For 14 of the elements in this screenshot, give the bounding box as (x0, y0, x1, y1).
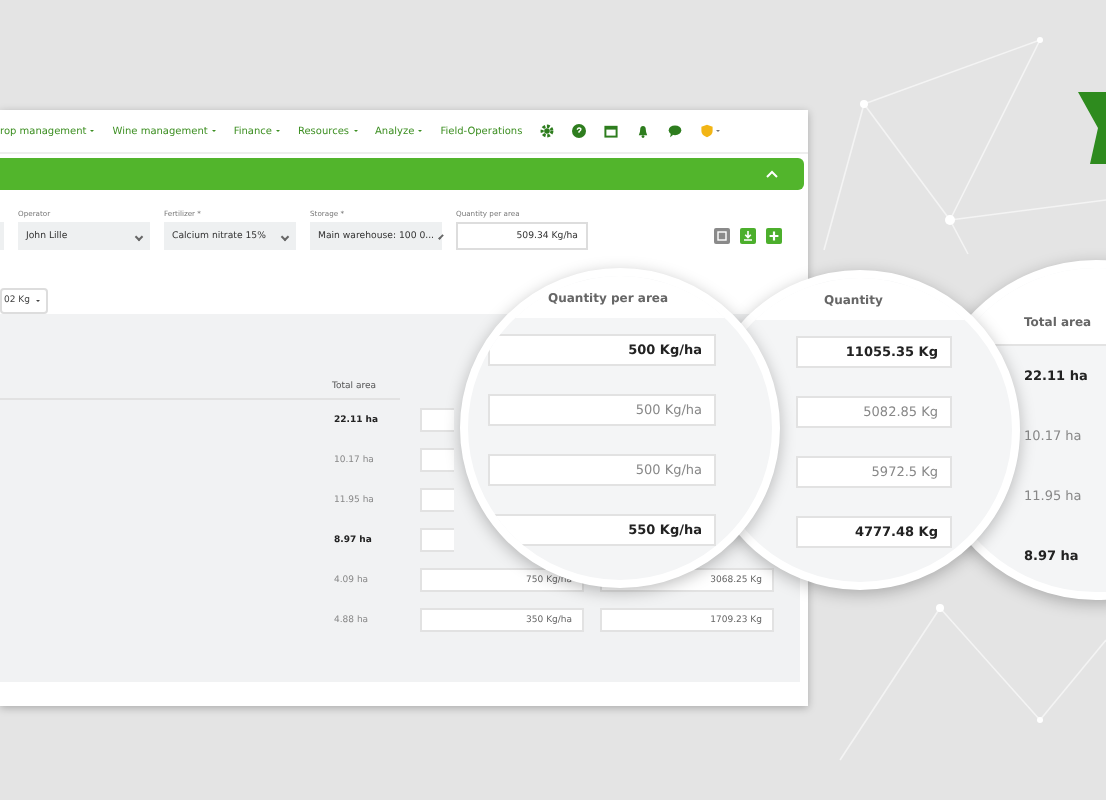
calendar-icon[interactable] (604, 124, 619, 138)
settings-icon[interactable] (540, 124, 555, 138)
input-field[interactable] (420, 448, 454, 472)
notifications-icon[interactable] (636, 124, 651, 138)
download-button-icon[interactable] (740, 228, 756, 244)
spreadsheet-button-icon[interactable] (714, 228, 730, 244)
add-button-icon[interactable] (766, 228, 782, 244)
input-field[interactable] (420, 488, 454, 512)
collapse-icon[interactable] (766, 170, 778, 178)
input-field[interactable] (420, 528, 454, 552)
chat-icon[interactable] (668, 124, 683, 138)
logo-shape-icon (1078, 92, 1106, 164)
input-field[interactable] (420, 408, 454, 432)
help-icon[interactable] (572, 124, 587, 138)
